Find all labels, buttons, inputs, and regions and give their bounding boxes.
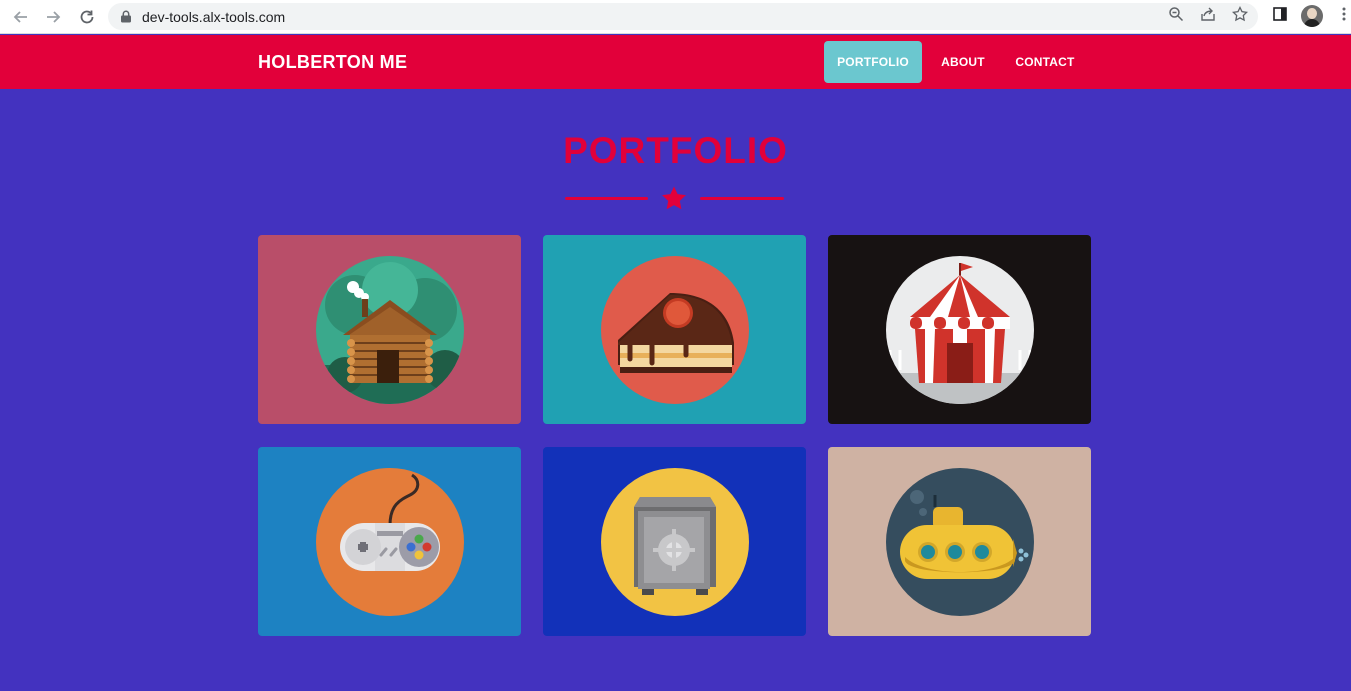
portfolio-card[interactable] bbox=[258, 235, 521, 424]
safe-icon bbox=[601, 468, 749, 616]
nav-portfolio[interactable]: PORTFOLIO bbox=[824, 41, 922, 83]
zoom-icon[interactable] bbox=[1166, 4, 1186, 24]
portfolio-card[interactable] bbox=[828, 235, 1091, 424]
more-menu-icon[interactable] bbox=[1334, 4, 1351, 24]
share-icon[interactable] bbox=[1198, 4, 1218, 24]
side-panel-icon[interactable] bbox=[1270, 4, 1290, 24]
portfolio-card[interactable] bbox=[828, 447, 1091, 636]
portfolio-card[interactable] bbox=[543, 235, 806, 424]
game-controller-icon bbox=[316, 468, 464, 616]
lock-icon bbox=[121, 10, 131, 23]
cake-icon bbox=[601, 256, 749, 404]
site-header: HOLBERTON ME PORTFOLIO ABOUT CONTACT bbox=[0, 35, 1351, 89]
address-bar[interactable]: dev-tools.alx-tools.com bbox=[108, 3, 1258, 30]
cabin-icon bbox=[316, 256, 464, 404]
portfolio-card[interactable] bbox=[258, 447, 521, 636]
circus-tent-icon bbox=[886, 256, 1034, 404]
bookmark-star-icon[interactable] bbox=[1230, 4, 1250, 24]
section-title: PORTFOLIO bbox=[563, 130, 788, 171]
star-icon bbox=[662, 186, 686, 210]
back-icon[interactable] bbox=[10, 6, 32, 28]
divider-line-left bbox=[565, 197, 648, 200]
url-text: dev-tools.alx-tools.com bbox=[142, 9, 286, 25]
divider-line-right bbox=[700, 197, 784, 200]
forward-icon[interactable] bbox=[42, 6, 64, 28]
portfolio-card[interactable] bbox=[543, 447, 806, 636]
profile-avatar[interactable] bbox=[1301, 5, 1323, 27]
reload-icon[interactable] bbox=[76, 6, 98, 28]
nav-about[interactable]: ABOUT bbox=[932, 41, 994, 83]
submarine-icon bbox=[886, 468, 1034, 616]
browser-toolbar: dev-tools.alx-tools.com bbox=[0, 0, 1351, 34]
nav-contact[interactable]: CONTACT bbox=[1006, 41, 1084, 83]
site-logo-text[interactable]: HOLBERTON ME bbox=[258, 52, 407, 73]
